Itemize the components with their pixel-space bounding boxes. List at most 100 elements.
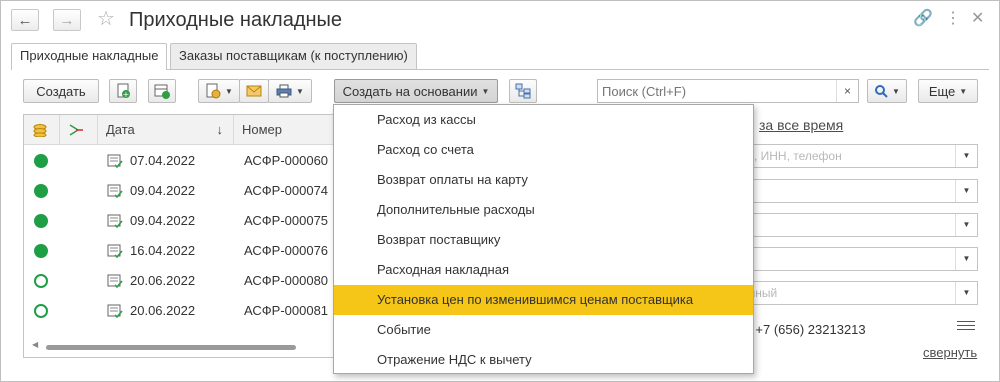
close-icon[interactable]: ✕: [971, 9, 984, 29]
status-dot: [34, 304, 48, 318]
chevron-down-icon[interactable]: ▼: [955, 214, 977, 236]
invoice-doc-icon: [107, 244, 123, 258]
menu-item[interactable]: Расход со счета: [334, 135, 753, 165]
row-date: 20.06.2022: [130, 303, 196, 318]
create-based-on-label: Создать на основании: [342, 83, 478, 99]
filter-field-2[interactable]: ▼: [741, 179, 978, 203]
menu-item[interactable]: Установка цен по изменившимся ценам пост…: [334, 285, 753, 315]
create-based-on-menu: Расход из кассы Расход со счета Возврат оп…: [333, 104, 754, 374]
structure-button[interactable]: [509, 79, 537, 103]
menu-item[interactable]: Дополнительные расходы: [334, 195, 753, 225]
row-date: 09.04.2022: [130, 183, 196, 198]
chevron-down-icon: ▼: [892, 86, 900, 96]
arrow-left-icon: ←: [17, 11, 33, 29]
chevron-down-icon: ▼: [481, 86, 490, 96]
status-dot: [34, 154, 48, 168]
chevron-down-icon[interactable]: ▼: [955, 248, 977, 270]
chevron-down-icon: ▼: [959, 86, 968, 96]
more-vert-icon[interactable]: ⋮: [945, 9, 961, 29]
arrow-right-icon: →: [59, 11, 75, 29]
search-field[interactable]: ×: [597, 79, 859, 103]
search-options-button[interactable]: ▼: [867, 79, 907, 103]
filter-field-3[interactable]: я ▼: [741, 213, 978, 237]
forward-button[interactable]: →: [53, 9, 81, 31]
filter-field-4[interactable]: ▼: [741, 247, 978, 271]
table-add-icon: [154, 84, 170, 99]
scrollbar-thumb[interactable]: [46, 345, 296, 350]
print-button[interactable]: ▼: [268, 79, 312, 103]
chevron-down-icon[interactable]: ▼: [955, 180, 977, 202]
hamburger-icon[interactable]: [957, 321, 975, 333]
chevron-down-icon[interactable]: ▼: [955, 282, 977, 304]
back-button[interactable]: ←: [11, 9, 39, 31]
chevron-down-icon[interactable]: ▼: [955, 145, 977, 167]
menu-item[interactable]: Расходная накладная: [334, 255, 753, 285]
column-header-payment[interactable]: [24, 115, 60, 145]
invoice-doc-icon: [107, 184, 123, 198]
menu-item[interactable]: Отражение НДС к вычету: [334, 345, 753, 375]
menu-item[interactable]: Событие: [334, 315, 753, 345]
search-input[interactable]: [598, 80, 834, 102]
chevron-down-icon: ▼: [225, 86, 233, 96]
collapse-link[interactable]: свернуть: [923, 345, 977, 360]
document-window: ← → ☆ Приходные накладные 🔗 ⋮ ✕ Приходны…: [0, 0, 1000, 382]
status-dot: [34, 244, 48, 258]
row-date: 16.04.2022: [130, 243, 196, 258]
counterparty-filter[interactable]: ик, ИНН, телефон ▼: [741, 144, 978, 168]
row-number: АСФР-000081: [244, 303, 329, 318]
scroll-left-icon[interactable]: ◀: [32, 340, 38, 349]
column-header-number[interactable]: Номер: [234, 115, 342, 145]
menu-item[interactable]: Возврат оплаты на карту: [334, 165, 753, 195]
invoice-doc-icon: [107, 154, 123, 168]
more-button[interactable]: Еще ▼: [918, 79, 978, 103]
coins-icon: [33, 124, 47, 138]
table-header: Дата ↓ Номер: [24, 115, 342, 145]
row-date: 09.04.2022: [130, 213, 196, 228]
status-dot: [34, 274, 48, 288]
email-button[interactable]: [239, 79, 269, 103]
print-forms-dropdown[interactable]: ▼: [198, 79, 240, 103]
tab-incoming-invoices[interactable]: Приходные накладные: [11, 43, 168, 70]
table-row[interactable]: 09.04.2022 АСФР-000075: [24, 206, 342, 236]
link-icon[interactable]: 🔗: [913, 9, 933, 29]
chevron-down-icon: ▼: [296, 86, 304, 96]
period-link[interactable]: за все время: [759, 117, 843, 133]
table-row[interactable]: 16.04.2022 АСФР-000076: [24, 236, 342, 266]
invoice-doc-icon: [107, 304, 123, 318]
page-title: Приходные накладные: [129, 9, 343, 31]
row-number: АСФР-000074: [244, 183, 329, 198]
search-icon: [875, 85, 888, 98]
table-row[interactable]: 09.04.2022 АСФР-000074: [24, 176, 342, 206]
counterparty-placeholder: ик, ИНН, телефон: [742, 149, 842, 163]
column-header-flow[interactable]: [60, 115, 98, 145]
more-label: Еще: [928, 83, 956, 99]
row-number: АСФР-000076: [244, 243, 329, 258]
menu-item[interactable]: Возврат поставщику: [334, 225, 753, 255]
favorite-star-icon[interactable]: ☆: [97, 8, 115, 30]
status-dot: [34, 214, 48, 228]
tab-supplier-orders[interactable]: Заказы поставщикам (к поступлению): [170, 43, 417, 69]
table-row[interactable]: 20.06.2022 АСФР-000080: [24, 266, 342, 296]
column-header-date[interactable]: Дата ↓: [98, 115, 234, 145]
search-clear-button[interactable]: ×: [836, 80, 858, 102]
table-row[interactable]: 07.04.2022 АСФР-000060: [24, 146, 342, 176]
invoice-doc-icon: [107, 274, 123, 288]
documents-table[interactable]: Дата ↓ Номер 07.04.2022 АСФР-000060 09.04.…: [23, 114, 343, 358]
filter-field-5[interactable]: енный ▼: [741, 281, 978, 305]
document-clock-icon: [206, 83, 221, 99]
menu-item[interactable]: Расход из кассы: [334, 105, 753, 135]
create-based-on-button[interactable]: Создать на основании ▼: [334, 79, 498, 103]
envelope-icon: [246, 85, 262, 97]
add-row-button[interactable]: [148, 79, 176, 103]
contact-phone: н: +7 (656) 23213213: [741, 322, 866, 337]
invoice-doc-icon: [107, 214, 123, 228]
copy-button[interactable]: +: [109, 79, 137, 103]
svg-text:+: +: [123, 90, 130, 99]
date-column-label: Дата: [106, 122, 135, 137]
sort-desc-icon: ↓: [216, 122, 224, 137]
table-row[interactable]: 20.06.2022 АСФР-000081: [24, 296, 342, 326]
horizontal-scrollbar[interactable]: ◀: [32, 340, 332, 351]
row-date: 07.04.2022: [130, 153, 196, 168]
create-button[interactable]: Создать: [23, 79, 99, 103]
hierarchy-icon: [515, 83, 531, 99]
